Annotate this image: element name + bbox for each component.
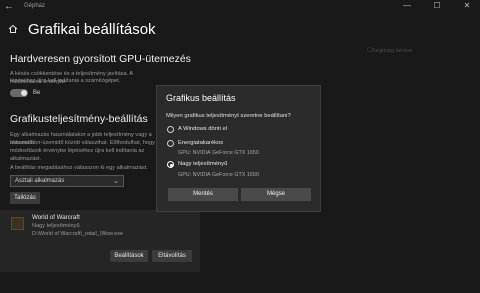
option-high-performance-gpu: GPU: NVIDIA GeForce GTX 1650: [178, 172, 259, 178]
page-title: Grafikai beállítások: [28, 21, 156, 38]
dialog-title: Grafikus beállítás: [166, 93, 236, 103]
browse-button[interactable]: Tallózás: [10, 192, 40, 204]
world-of-warcraft-icon: [11, 217, 24, 230]
hardware-desc-line-2: lépéséhez újra kell indítania a számítóg…: [10, 78, 121, 84]
toggle-knob: [21, 90, 27, 96]
radio-windows-decides[interactable]: [167, 126, 174, 133]
app-name: Gépház: [24, 3, 46, 9]
options-button[interactable]: Beállítások: [110, 250, 148, 262]
radio-high-performance[interactable]: [167, 161, 174, 168]
back-arrow-icon[interactable]: ←: [4, 1, 14, 12]
save-button[interactable]: Mentés: [168, 188, 238, 201]
app-entry-name: World of Warcraft: [32, 214, 80, 221]
select-app-label: A beállítás megadásához válasszon ki egy…: [10, 165, 148, 171]
close-icon[interactable]: ✕: [458, 1, 476, 10]
option-power-saving-label: Energiatakarékos: [178, 140, 224, 146]
remove-button[interactable]: Eltávolítás: [152, 250, 192, 262]
dialog-question: Milyen grafikus teljesítményt szeretne b…: [166, 113, 291, 119]
minimize-icon[interactable]: —: [398, 1, 416, 10]
perf-desc-line-3: módosítások érvénybe lépéséhez újra kell…: [10, 148, 145, 162]
option-windows-decides-label: A Windows dönti el: [178, 126, 227, 132]
gpu-scheduling-toggle[interactable]: [10, 89, 28, 97]
option-high-performance-label: Nagy teljesítményű: [178, 161, 228, 167]
app-entry-mode: Nagy teljesítményű: [32, 223, 80, 229]
app-type-select[interactable]: Asztali alkalmazás ⌄: [10, 175, 124, 187]
app-entry-path: D:\World of Warcraft\_retail_\Wow.exe: [32, 231, 123, 237]
radio-power-saving[interactable]: [167, 140, 174, 147]
home-icon: [8, 24, 18, 33]
radio-selected-dot: [169, 163, 173, 167]
option-power-saving-gpu: GPU: NVIDIA GeForce GTX 1650: [178, 150, 259, 156]
cancel-button[interactable]: Mégse: [241, 188, 311, 201]
app-type-value: Asztali alkalmazás: [15, 178, 65, 184]
toggle-state-label: Be: [33, 90, 41, 96]
help-link[interactable]: Segítség kérése: [372, 48, 412, 54]
hardware-section-title: Hardveresen gyorsított GPU-ütemezés: [10, 53, 191, 65]
perf-section-title: Grafikusteljesítmény-beállítás: [10, 113, 148, 125]
chevron-down-icon: ⌄: [113, 178, 119, 185]
maximize-icon[interactable]: ☐: [428, 1, 446, 10]
perf-desc-line-2: akkumulátor-üzemidő között választhat. E…: [10, 140, 155, 146]
app-entry-card[interactable]: [0, 210, 200, 272]
